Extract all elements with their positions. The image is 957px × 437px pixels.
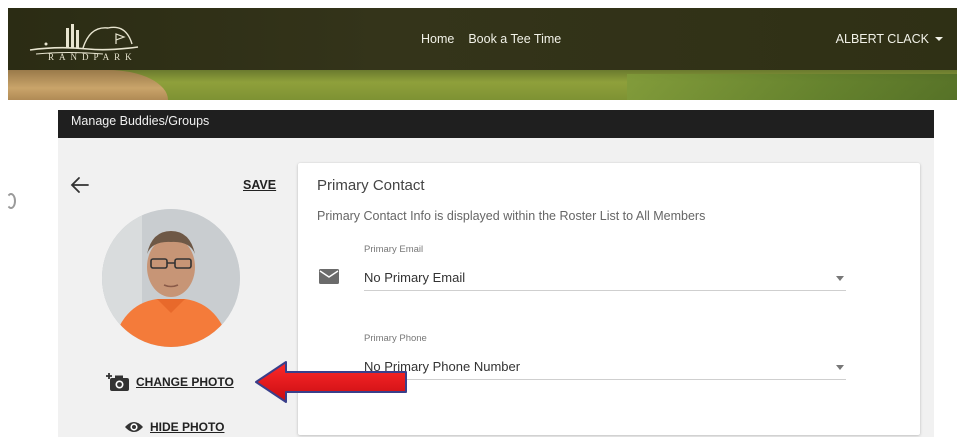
primary-email-value: No Primary Email — [364, 270, 466, 285]
email-field-label: Primary Email — [364, 244, 424, 255]
card-subtitle: Primary Contact Info is displayed within… — [317, 209, 706, 223]
change-photo-label: CHANGE PHOTO — [136, 375, 234, 389]
envelope-icon — [319, 269, 339, 284]
save-button[interactable]: SAVE — [243, 178, 276, 192]
nav-home-link[interactable]: Home — [421, 32, 454, 46]
page-title-bar: Manage Buddies/Groups — [58, 110, 934, 138]
chevron-down-icon — [836, 276, 844, 281]
nav-book-tee-time-link[interactable]: Book a Tee Time — [468, 32, 561, 46]
profile-photo — [102, 209, 240, 347]
change-photo-button[interactable]: CHANGE PHOTO — [106, 372, 234, 392]
main-nav: Home Book a Tee Time — [421, 32, 561, 46]
add-camera-icon — [106, 373, 129, 391]
primary-email-select[interactable]: No Primary Email — [364, 266, 846, 291]
primary-phone-select[interactable]: No Primary Phone Number — [364, 355, 846, 380]
header-banner-green — [627, 74, 957, 100]
chevron-down-icon — [836, 365, 844, 370]
hide-photo-button[interactable]: HIDE PHOTO — [124, 420, 224, 434]
hide-photo-label: HIDE PHOTO — [150, 420, 225, 434]
phone-field-label: Primary Phone — [364, 333, 427, 344]
user-menu[interactable]: ALBERT CLACK — [836, 32, 943, 46]
card-title: Primary Contact — [317, 177, 425, 194]
logo-text: RANDPARK — [48, 52, 137, 62]
user-name: ALBERT CLACK — [835, 32, 929, 46]
page-title: Manage Buddies/Groups — [71, 114, 210, 128]
annotation-arrow — [255, 361, 407, 403]
caret-down-icon — [935, 37, 943, 41]
back-arrow-icon[interactable] — [70, 176, 90, 194]
partial-refresh-icon — [6, 193, 16, 209]
site-header: RANDPARK Home Book a Tee Time ALBERT CLA… — [8, 8, 957, 100]
eye-icon — [125, 422, 143, 432]
